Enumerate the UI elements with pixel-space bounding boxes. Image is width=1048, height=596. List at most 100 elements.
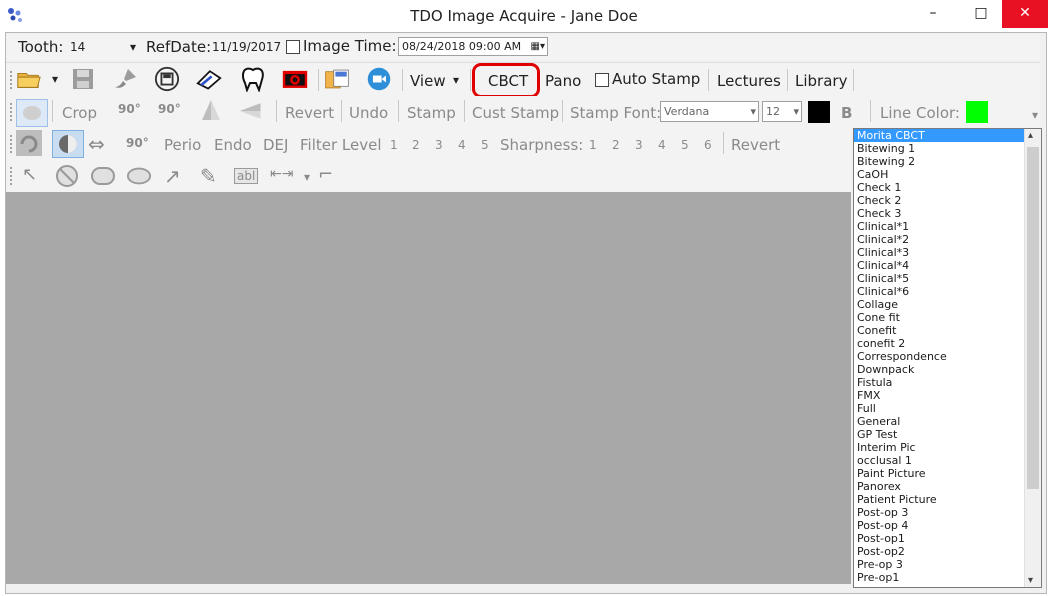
list-item[interactable]: Post-op 4	[854, 519, 1041, 532]
list-item[interactable]: Paint Picture	[854, 467, 1041, 480]
list-item[interactable]: Morita CBCT	[854, 129, 1041, 142]
video-icon[interactable]	[366, 66, 392, 92]
filter-level-5[interactable]: 5	[481, 138, 489, 152]
library-button[interactable]: Library	[795, 72, 847, 90]
list-item[interactable]: Full	[854, 402, 1041, 415]
tooth-select[interactable]: 14	[70, 40, 85, 54]
angle-ruler-icon[interactable]: ⌐	[318, 164, 333, 185]
undo-button[interactable]: Undo	[349, 104, 388, 122]
line-color-swatch[interactable]	[966, 101, 988, 123]
sharpness-level-3[interactable]: 3	[635, 138, 643, 152]
list-item[interactable]: FMX	[854, 389, 1041, 402]
lectures-button[interactable]: Lectures	[717, 72, 781, 90]
chevron-down-icon[interactable]: ▾	[52, 72, 58, 86]
list-item[interactable]: Fistula	[854, 376, 1041, 389]
image-type-list[interactable]: Morita CBCT Bitewing 1 Bitewing 2 CaOH Check…	[853, 128, 1042, 588]
maximize-button[interactable]: □	[958, 0, 1004, 28]
list-item[interactable]: Collage	[854, 298, 1041, 311]
chevron-down-icon[interactable]: ▾	[130, 40, 136, 54]
stamp-color-swatch[interactable]	[808, 101, 830, 123]
filter-level-4[interactable]: 4	[458, 138, 466, 152]
list-item[interactable]: General	[854, 415, 1041, 428]
list-item[interactable]: Post-op1	[854, 532, 1041, 545]
list-item[interactable]: Patient Picture	[854, 493, 1041, 506]
ruler-icon[interactable]: ⇤⇥	[270, 166, 293, 182]
font-size-select[interactable]: 12 ▾	[762, 101, 802, 122]
arrow-icon[interactable]: ↗	[164, 164, 181, 188]
revert-button[interactable]: Revert	[285, 104, 334, 122]
contrast-icon[interactable]	[52, 130, 84, 158]
sharpness-level-2[interactable]: 2	[612, 138, 620, 152]
list-item[interactable]: Clinical*6	[854, 285, 1041, 298]
list-item[interactable]: Conefit	[854, 324, 1041, 337]
revert-filter-button[interactable]: Revert	[731, 136, 780, 154]
disk-save-icon[interactable]	[154, 66, 180, 92]
camera-icon[interactable]	[282, 66, 308, 92]
cust-stamp-button[interactable]: Cust Stamp	[472, 104, 559, 122]
list-item[interactable]: Bitewing 2	[854, 155, 1041, 168]
brush-icon[interactable]	[112, 66, 138, 92]
crop-button[interactable]: Crop	[62, 104, 97, 122]
save-icon[interactable]	[70, 66, 96, 92]
close-button[interactable]: ✕	[1002, 0, 1048, 28]
filter-level-2[interactable]: 2	[412, 138, 420, 152]
dej-button[interactable]: DEJ	[263, 136, 288, 154]
list-item[interactable]: Clinical*3	[854, 246, 1041, 259]
resize-arrows-icon[interactable]: ⇔	[88, 132, 105, 156]
list-item[interactable]: Correspondence	[854, 350, 1041, 363]
chevron-down-icon[interactable]: ▾	[453, 73, 459, 87]
list-item[interactable]: Pre-op1	[854, 571, 1041, 584]
sharpness-level-6[interactable]: 6	[704, 138, 712, 152]
scanner-icon[interactable]	[196, 66, 222, 92]
open-folder-icon[interactable]	[16, 66, 42, 92]
sharpness-level-1[interactable]: 1	[589, 138, 597, 152]
list-item[interactable]: Cone fit	[854, 311, 1041, 324]
rounded-rectangle-icon[interactable]	[90, 163, 116, 189]
pano-button[interactable]: Pano	[545, 72, 581, 90]
list-item[interactable]: Bitewing 1	[854, 142, 1041, 155]
list-item[interactable]: Check 1	[854, 181, 1041, 194]
list-item[interactable]: Interim Pic	[854, 441, 1041, 454]
filter-level-3[interactable]: 3	[435, 138, 443, 152]
chevron-down-icon[interactable]: ▾	[304, 170, 310, 184]
list-item[interactable]: Check 3	[854, 207, 1041, 220]
list-item[interactable]: occlusal 1	[854, 454, 1041, 467]
list-item[interactable]: Clinical*2	[854, 233, 1041, 246]
toolbar-grip[interactable]	[9, 166, 13, 186]
list-item[interactable]: Pre-op 3	[854, 558, 1041, 571]
overflow-chevron-icon[interactable]: ▾	[1032, 108, 1038, 122]
endo-button[interactable]: Endo	[214, 136, 252, 154]
perio-button[interactable]: Perio	[164, 136, 201, 154]
toolbar-grip[interactable]	[9, 70, 13, 90]
list-item[interactable]: Panorex	[854, 480, 1041, 493]
list-item[interactable]: conefit 2	[854, 337, 1041, 350]
copy-documents-icon[interactable]	[324, 66, 350, 92]
list-item[interactable]: Post-op 3	[854, 506, 1041, 519]
list-item[interactable]: Clinical*1	[854, 220, 1041, 233]
minimize-button[interactable]: –	[910, 0, 956, 28]
sharpness-level-5[interactable]: 5	[681, 138, 689, 152]
image-time-checkbox[interactable]	[286, 40, 300, 54]
toolbar-grip[interactable]	[9, 134, 13, 154]
flip-horizontal-icon[interactable]	[238, 98, 264, 124]
scroll-up-icon[interactable]: ▴	[1028, 130, 1033, 141]
tooth-icon[interactable]	[240, 66, 266, 92]
list-item[interactable]: Downpack	[854, 363, 1041, 376]
font-select[interactable]: Verdana ▾	[660, 101, 759, 122]
auto-stamp-checkbox[interactable]	[595, 73, 609, 87]
toolbar-grip[interactable]	[9, 102, 13, 122]
flip-vertical-icon[interactable]	[198, 98, 224, 124]
pointer-icon[interactable]: ↖	[22, 164, 37, 185]
sharpness-level-4[interactable]: 4	[658, 138, 666, 152]
rotate-left-90-button[interactable]: 90°	[118, 102, 141, 116]
scroll-thumb[interactable]	[1027, 147, 1039, 489]
lasso-rotate-icon[interactable]	[16, 130, 42, 156]
calendar-icon[interactable]: ▦▾	[531, 38, 545, 55]
ellipse-icon[interactable]	[126, 163, 152, 189]
filter-level-1[interactable]: 1	[390, 138, 398, 152]
rotate-right-90-button[interactable]: 90°	[158, 102, 181, 116]
text-tool-icon[interactable]: abl	[234, 168, 259, 184]
list-item[interactable]: Clinical*4	[854, 259, 1041, 272]
list-item[interactable]: CaOH	[854, 168, 1041, 181]
chevron-down-icon[interactable]: ▾	[793, 102, 799, 121]
